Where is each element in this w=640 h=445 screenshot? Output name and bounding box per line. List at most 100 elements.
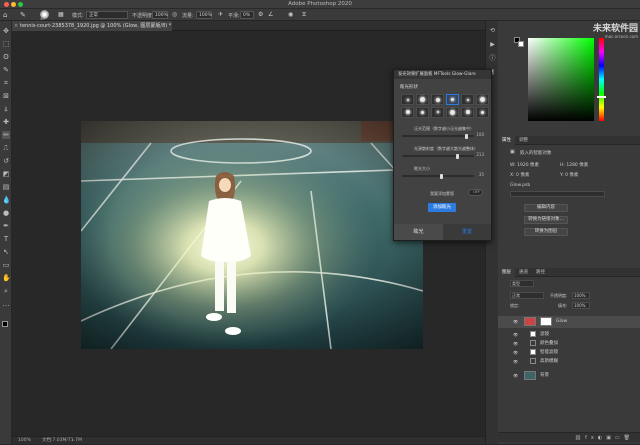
gradient-icon[interactable]: ▤ [2, 183, 10, 191]
layer-row[interactable]: 👁 颜色叠加 [498, 339, 640, 348]
slider-value[interactable]: 213 [474, 152, 484, 157]
tab-channels[interactable]: 通道 [515, 268, 532, 277]
layer-filter-select[interactable]: 类型 [510, 280, 534, 287]
visibility-eye-icon[interactable]: 👁 [513, 330, 518, 339]
glare-shape-option[interactable] [446, 94, 459, 105]
background-swatch[interactable] [518, 41, 524, 47]
slider-thumb[interactable] [439, 173, 443, 179]
move-icon[interactable]: ✥ [2, 27, 10, 35]
angle-icon[interactable]: ∠ [268, 11, 273, 18]
mask-toggle[interactable]: OFF [468, 189, 483, 196]
marquee-icon[interactable]: ⬚ [2, 40, 10, 48]
path-select-icon[interactable]: ↖ [2, 248, 10, 256]
glare-shape-option[interactable] [476, 106, 489, 118]
frame-icon[interactable]: ⊠ [2, 92, 10, 100]
layer-thumbnail[interactable] [524, 317, 536, 326]
healing-icon[interactable]: ✚ [2, 118, 10, 126]
layer-name[interactable]: 颜色叠加 [540, 339, 558, 348]
visibility-eye-icon[interactable]: 👁 [513, 348, 518, 357]
y-value[interactable]: 0 像素 [565, 173, 578, 178]
glare-shape-option[interactable] [401, 94, 414, 105]
zoom-icon[interactable]: ⌕ [2, 287, 10, 295]
smooth-settings-icon[interactable]: ⚙ [258, 11, 263, 18]
slider-track[interactable] [402, 133, 474, 139]
layer-row[interactable]: 👁 滤镜 [498, 330, 640, 339]
glare-shape-option[interactable] [446, 106, 459, 118]
brush-icon[interactable]: ✏ [2, 131, 10, 139]
document-tab[interactable]: × tennis-court-2385378_1920.jpg @ 100% (… [12, 21, 172, 31]
edit-contents-button[interactable]: 编辑内容 [524, 204, 568, 212]
glare-shape-option[interactable] [401, 106, 414, 118]
brush-preset-icon[interactable]: ✎ [20, 11, 30, 19]
color-field[interactable] [528, 38, 594, 121]
layer-thumbnail[interactable] [524, 371, 536, 380]
lasso-icon[interactable]: ʘ [2, 53, 10, 61]
stamp-icon[interactable]: ⎍ [2, 144, 10, 152]
add-glare-button[interactable]: 添加眩光 [428, 203, 456, 212]
tab-layers[interactable]: 图层 [498, 268, 515, 277]
eyedropper-icon[interactable]: ⍋ [2, 105, 10, 113]
layer-mask-thumbnail[interactable] [540, 317, 552, 326]
visibility-eye-icon[interactable]: 👁 [513, 370, 518, 381]
layer-name[interactable]: 滤镜 [540, 330, 549, 339]
symmetry-icon[interactable]: ⧖ [302, 11, 306, 19]
glare-shape-option[interactable] [416, 106, 429, 118]
history-brush-icon[interactable]: ↺ [2, 157, 10, 165]
glare-shape-option[interactable] [431, 106, 444, 118]
document-canvas[interactable] [81, 121, 423, 349]
mode-select[interactable]: 正常 [86, 11, 128, 19]
pen-icon[interactable]: ✒ [2, 222, 10, 230]
fill-input[interactable]: 100% [572, 302, 590, 309]
layer-name[interactable]: 高斯模糊 [540, 357, 558, 366]
more-icon[interactable]: … [2, 300, 10, 308]
quick-select-icon[interactable]: ✎ [2, 66, 10, 74]
hue-slider[interactable] [599, 38, 604, 121]
slider-track[interactable] [402, 173, 474, 179]
history-icon[interactable]: ⟲ [489, 27, 496, 34]
layer-row[interactable]: 👁 高斯模糊 [498, 357, 640, 366]
glare-shape-option[interactable] [461, 106, 474, 118]
pressure-size-icon[interactable]: ◉ [288, 11, 293, 18]
pressure-opacity-icon[interactable]: ◎ [172, 11, 177, 18]
layer-name[interactable]: Glow [556, 316, 567, 327]
info-icon[interactable]: ⓘ [489, 55, 496, 62]
home-icon[interactable]: ⌂ [3, 11, 11, 19]
tab-adjustments[interactable]: 调整 [515, 136, 532, 145]
visibility-eye-icon[interactable]: 👁 [513, 316, 518, 327]
dodge-icon[interactable]: ● [2, 209, 10, 217]
dialog-tab-glare[interactable]: 眩光 [394, 224, 443, 240]
close-tab-icon[interactable]: × [14, 21, 18, 31]
x-value[interactable]: 0 像素 [516, 173, 529, 178]
convert-to-linked-button[interactable]: 转换为链接对象... [524, 216, 568, 224]
glare-shape-option[interactable] [416, 94, 429, 105]
slider-track[interactable] [402, 153, 474, 159]
visibility-eye-icon[interactable]: 👁 [513, 339, 518, 348]
layer-opacity-input[interactable]: 100% [572, 292, 590, 299]
slider-value[interactable]: 35 [474, 172, 484, 177]
airbrush-icon[interactable]: ✈ [218, 11, 223, 18]
foreground-color-swatch[interactable] [2, 321, 8, 327]
dialog-tab-reset[interactable]: 重置 [443, 224, 491, 240]
tab-paths[interactable]: 路径 [532, 268, 549, 277]
smooth-input[interactable]: 0% [240, 11, 254, 19]
h-value[interactable]: 1280 像素 [566, 163, 588, 168]
eraser-icon[interactable]: ◩ [2, 170, 10, 178]
glare-shape-option[interactable] [461, 94, 474, 105]
crop-icon[interactable]: ⌗ [2, 79, 10, 87]
rectangle-icon[interactable]: ▭ [2, 261, 10, 269]
brush-settings-icon[interactable]: ▦ [58, 11, 66, 19]
flow-input[interactable]: 100% [196, 11, 212, 19]
actions-icon[interactable]: ▶ [489, 41, 496, 48]
slider-thumb[interactable] [465, 133, 469, 139]
blend-mode-select[interactable]: 正常 [510, 292, 544, 299]
hand-icon[interactable]: ✋ [2, 274, 11, 282]
tab-properties[interactable]: 属性 [498, 136, 515, 145]
blur-icon[interactable]: 💧 [2, 196, 11, 204]
type-icon[interactable]: T [2, 235, 10, 243]
layer-name[interactable]: 背景 [540, 370, 549, 381]
w-value[interactable]: 1920 像素 [517, 163, 539, 168]
layer-row[interactable]: 👁 Glow [498, 316, 640, 328]
filename-field[interactable] [510, 191, 605, 197]
layers-footer-icons[interactable]: ⛓fx◐▣▭🗑 [498, 432, 640, 442]
visibility-eye-icon[interactable]: 👁 [513, 357, 518, 366]
